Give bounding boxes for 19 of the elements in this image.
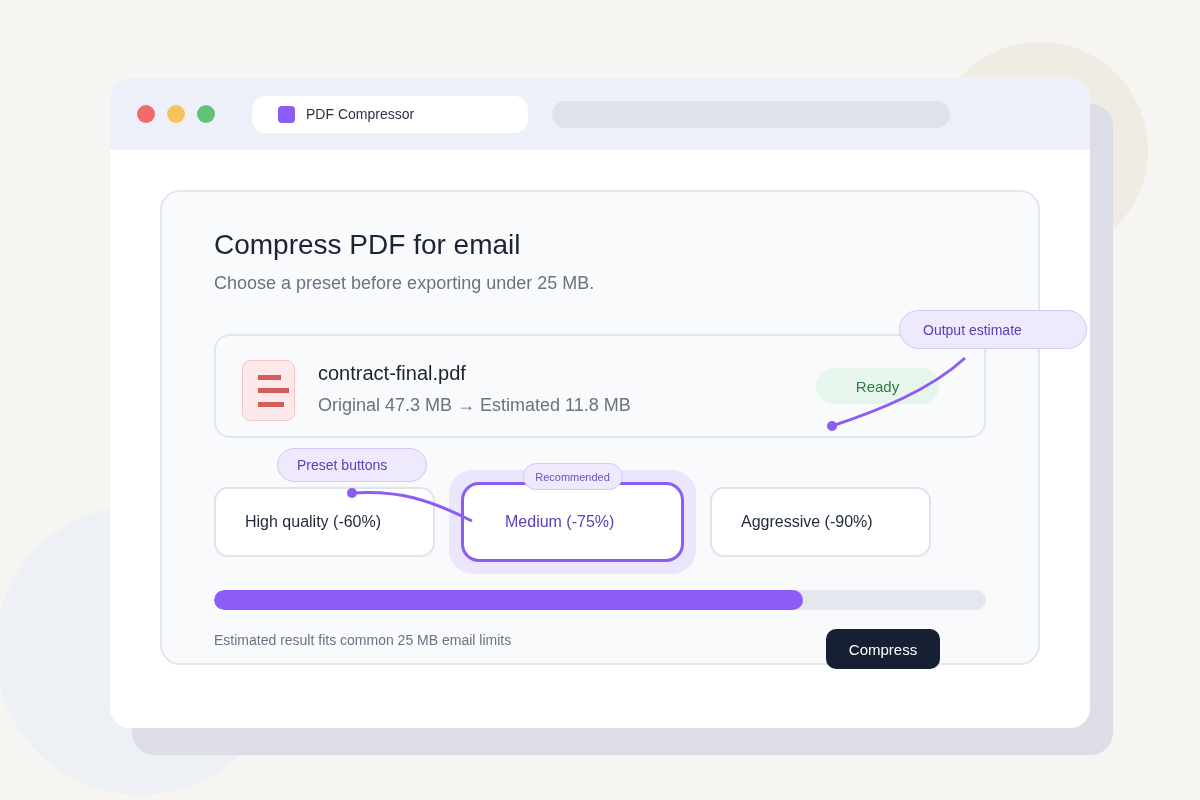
preset-button[interactable]: High quality (-60%): [214, 487, 435, 557]
status-badge: Ready: [816, 368, 939, 404]
compress-button[interactable]: Compress: [826, 629, 940, 669]
browser-tab[interactable]: PDF Compressor: [252, 95, 528, 133]
card-subtitle: Choose a preset before exporting under 25 MB.: [214, 272, 596, 295]
footer-note: Estimated result fits common 25 MB email limits: [214, 631, 512, 649]
preset-button[interactable]: Aggressive (-90%): [710, 487, 931, 557]
annotation-callout: Output estimate: [899, 310, 1087, 349]
file-size-text: Original 47.3 MB → Estimated 11.8 MB: [318, 394, 632, 417]
card-title: Compress PDF for email: [214, 228, 522, 262]
app-icon: [278, 105, 295, 123]
recommended-badge: Recommended: [522, 463, 623, 490]
minimize-icon[interactable]: [167, 105, 185, 123]
close-icon[interactable]: [137, 105, 155, 123]
file-name: contract-final.pdf: [318, 361, 467, 385]
annotation-callout: Preset buttons: [277, 448, 427, 482]
maximize-icon[interactable]: [197, 105, 215, 123]
preset-button[interactable]: Medium (-75%): [461, 482, 684, 562]
document-icon: [242, 359, 295, 421]
